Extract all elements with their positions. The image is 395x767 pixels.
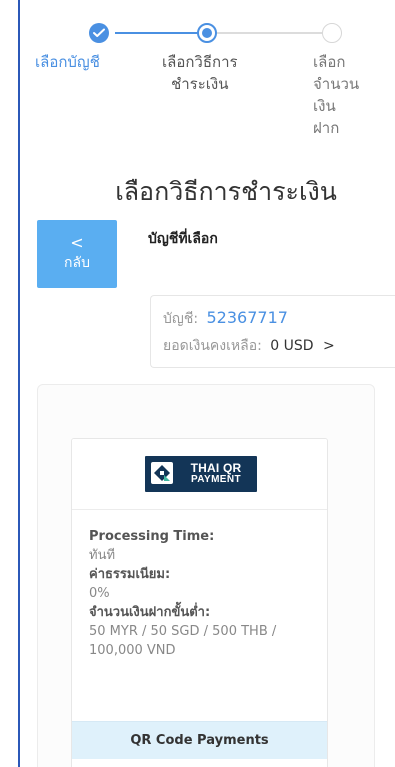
payment-logo-area: THAI QR PAYMENT [72,439,327,510]
thai-qr-logo-icon: THAI QR PAYMENT [145,456,257,492]
chevron-right-icon[interactable]: > [323,338,335,354]
account-number: 52367717 [206,308,288,327]
account-number-row: บัญชี: 52367717 [163,308,288,330]
back-button[interactable]: < กลับ [37,220,117,288]
min-deposit-value: 50 MYR / 50 SGD / 500 THB / 100,000 VND [89,624,277,658]
processing-time-value: ทันที [89,548,116,563]
back-button-label: กลับ [64,255,90,271]
radio-dot-icon [197,23,217,43]
page: เลือกบัญชี เลือกวิธีการ ชำระเงิน เลือก จ… [0,0,395,767]
chevron-left-icon: < [70,233,84,252]
payment-method-footer[interactable]: QR Code Payments [72,721,327,759]
step-connector-pending [215,32,322,34]
fee-value: 0% [89,586,110,601]
step-label-deposit-amount: เลือก จำนวน เงิน ฝาก [313,51,359,139]
payment-methods-panel: THAI QR PAYMENT Processing Time: ทันที ค… [37,384,375,767]
account-label: บัญชี: [163,311,199,327]
logo-text-line2: PAYMENT [190,474,242,485]
step-label-select-account[interactable]: เลือกบัญชี [35,51,100,73]
check-circle-icon [89,23,109,43]
processing-time-label: Processing Time: [89,529,215,544]
step-label-deposit-amount-text: เลือก จำนวน เงิน ฝาก [313,53,360,137]
balance-label: ยอดเงินคงเหลือ: [163,338,262,354]
balance-value: 0 USD [270,338,314,354]
logo-text-line1: THAI QR [190,461,242,475]
selected-account-card[interactable]: บัญชี: 52367717 ยอดเงินคงเหลือ: 0 USD > [150,295,395,368]
deposit-stepper: เลือกบัญชี เลือกวิธีการ ชำระเงิน เลือก จ… [20,18,395,188]
account-balance-row[interactable]: ยอดเงินคงเหลือ: 0 USD > [163,335,335,357]
empty-circle-icon [322,23,342,43]
selected-account-heading: บัญชีที่เลือก [148,231,218,247]
fee-label: ค่าธรรมเนียม: [89,567,171,582]
step-label-payment-method-text: เลือกวิธีการ ชำระเงิน [162,53,238,93]
payment-details: Processing Time: ทันที ค่าธรรมเนียม: 0% … [89,527,319,660]
step-label-payment-method: เลือกวิธีการ ชำระเงิน [162,51,238,95]
step-connector-complete [115,32,200,34]
payment-method-card-thai-qr[interactable]: THAI QR PAYMENT Processing Time: ทันที ค… [71,438,328,767]
page-title: เลือกวิธีการชำระเงิน [115,177,337,206]
min-deposit-label: จำนวนเงินฝากขั้นต่ำ: [89,605,211,620]
